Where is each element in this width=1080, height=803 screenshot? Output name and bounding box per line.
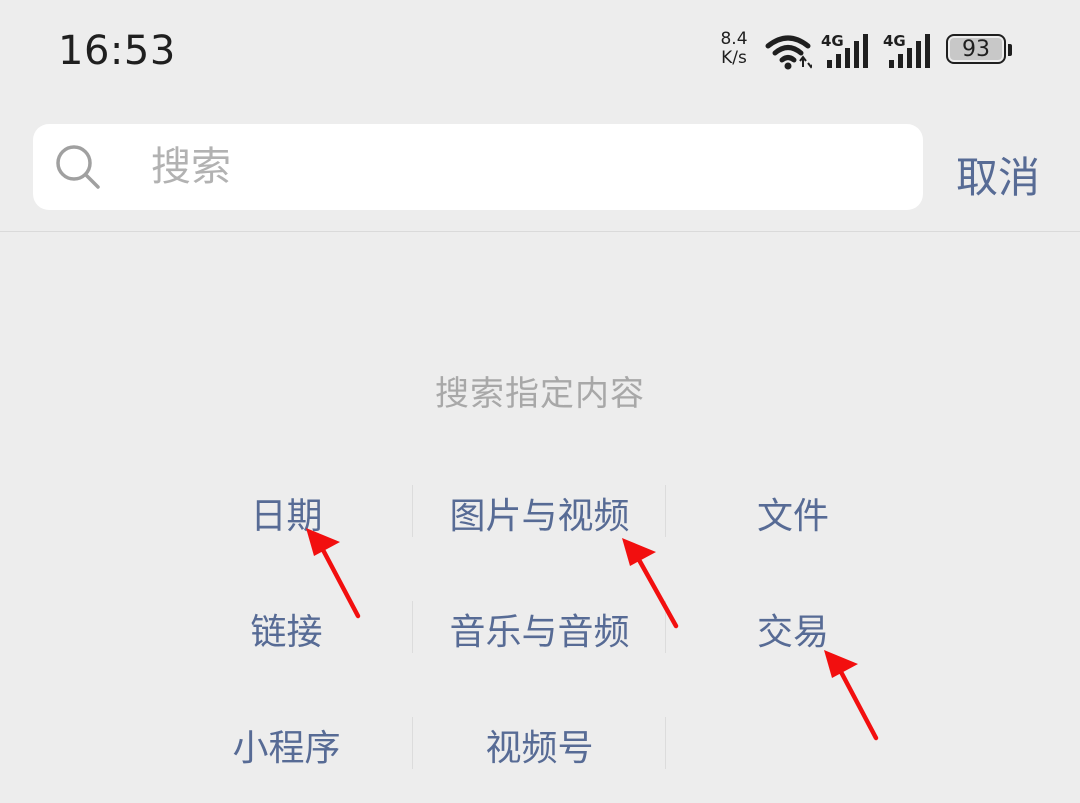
search-input[interactable] bbox=[151, 124, 901, 210]
search-hint-title: 搜索指定内容 bbox=[435, 374, 645, 414]
status-time: 16:53 bbox=[58, 28, 176, 74]
signal-type-label: 4G bbox=[883, 32, 906, 50]
category-cell: 小程序 bbox=[160, 687, 413, 803]
category-transactions[interactable]: 交易 bbox=[757, 603, 829, 655]
network-speed-value: 8.4 bbox=[720, 29, 748, 49]
category-mini-programs[interactable]: 小程序 bbox=[232, 719, 340, 771]
category-cell: 视频号 bbox=[413, 687, 666, 803]
battery-icon: 93 bbox=[946, 34, 1012, 68]
status-bar: 16:53 8.4 K/s 4G 4G 93 bbox=[0, 0, 1080, 100]
category-cell: 文件 bbox=[666, 455, 920, 571]
category-links[interactable]: 链接 bbox=[250, 603, 322, 655]
battery-level: 93 bbox=[950, 37, 1002, 62]
category-cell: 日期 bbox=[160, 455, 413, 571]
search-icon bbox=[56, 145, 100, 189]
category-channels[interactable]: 视频号 bbox=[485, 719, 593, 771]
network-speed-unit: K/s bbox=[721, 48, 747, 68]
signal-icon: 4G bbox=[883, 32, 937, 74]
network-speed: 8.4 K/s bbox=[716, 30, 752, 68]
category-images-videos[interactable]: 图片与视频 bbox=[449, 487, 629, 539]
category-cell: 图片与视频 bbox=[413, 455, 666, 571]
category-files[interactable]: 文件 bbox=[757, 487, 829, 539]
category-cell: 交易 bbox=[666, 571, 920, 687]
category-cell: 链接 bbox=[160, 571, 413, 687]
category-cell: 音乐与音频 bbox=[413, 571, 666, 687]
signal-type-label: 4G bbox=[821, 32, 844, 50]
signal-icon: 4G bbox=[821, 32, 875, 74]
wifi-icon bbox=[765, 35, 812, 70]
category-cell bbox=[666, 687, 920, 803]
category-music-audio[interactable]: 音乐与音频 bbox=[449, 603, 629, 655]
category-date[interactable]: 日期 bbox=[250, 487, 322, 539]
cancel-button[interactable]: 取消 bbox=[956, 144, 1040, 205]
search-box[interactable] bbox=[33, 124, 923, 210]
search-header: 取消 bbox=[0, 100, 1080, 232]
